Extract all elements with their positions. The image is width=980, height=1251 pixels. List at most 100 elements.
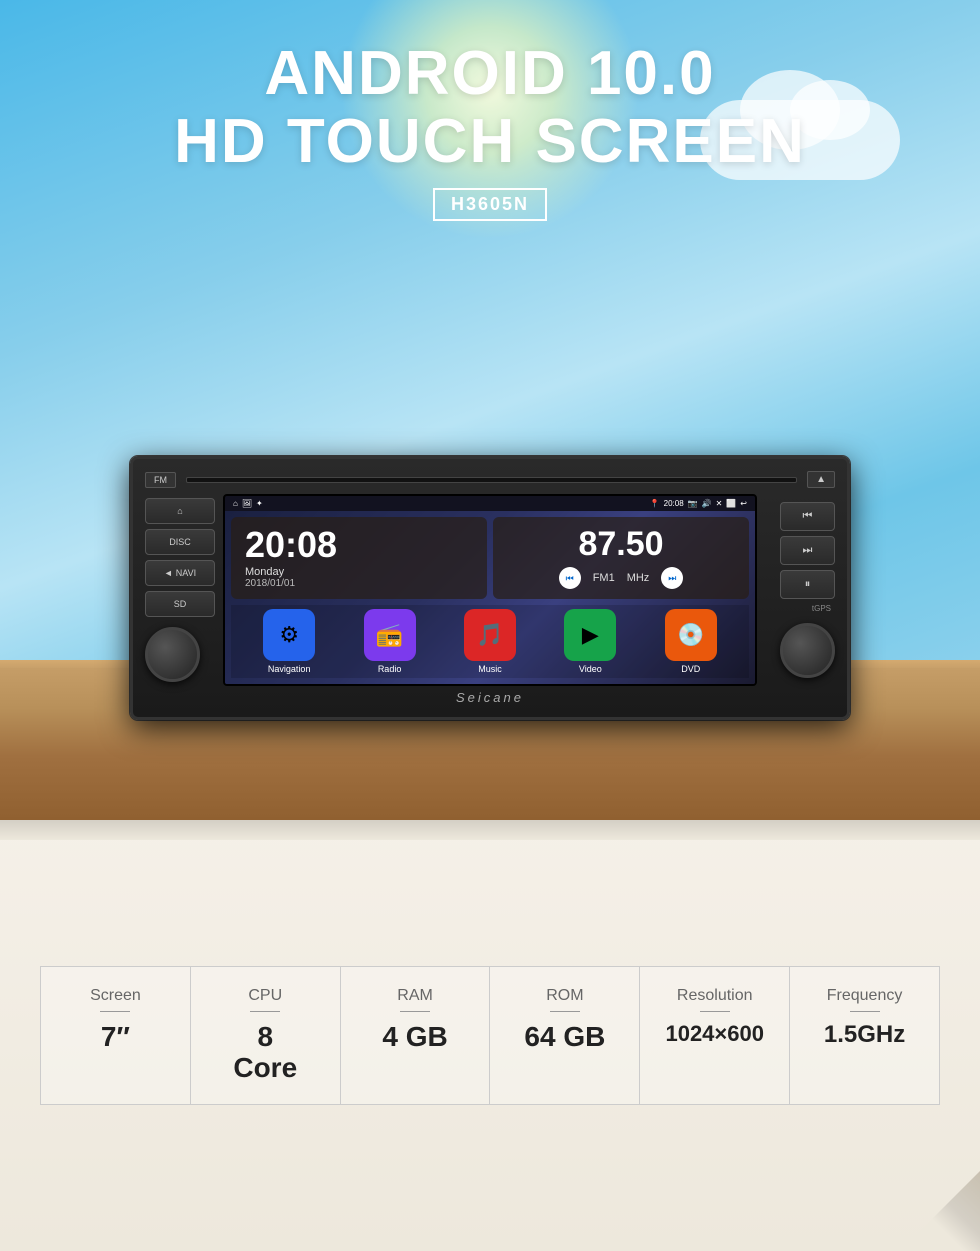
- music-label: Music: [478, 664, 502, 674]
- right-button-panel: ⏮ ⏭ ⏸ tGPS: [765, 502, 835, 678]
- home-button[interactable]: ⌂: [145, 498, 215, 524]
- radio-icon-box: 📻: [364, 609, 416, 661]
- spec-rom-value: 64 GB: [524, 1022, 605, 1053]
- next-track-button[interactable]: ⏭: [780, 536, 835, 565]
- video-icon: ▶: [582, 622, 599, 648]
- disc-label: DISC: [169, 537, 191, 547]
- spec-screen-divider: [100, 1011, 130, 1012]
- dvd-icon: 💿: [677, 622, 704, 648]
- video-label: Video: [579, 664, 602, 674]
- spec-frequency-value: 1.5GHz: [824, 1022, 905, 1048]
- spec-cpu-value: 8Core: [233, 1022, 297, 1084]
- eject-button[interactable]: ▲: [807, 471, 835, 488]
- dvd-icon-box: 💿: [665, 609, 717, 661]
- nav-bar-home-icon: ⌂: [233, 499, 238, 508]
- hero-section: ANDROID 10.0 HD TOUCH SCREEN H3605N FM ▲…: [0, 0, 980, 820]
- spec-cpu: CPU 8Core: [190, 966, 340, 1105]
- radio-band: FM1: [593, 572, 615, 584]
- close-status-icon: ✕: [716, 499, 723, 508]
- music-icon-box: 🎵: [464, 609, 516, 661]
- back-status-icon: ↩: [740, 499, 747, 508]
- location-icon: 📍: [650, 499, 660, 508]
- app-radio[interactable]: 📻 Radio: [364, 609, 416, 674]
- title-line2: HD TOUCH SCREEN: [0, 108, 980, 176]
- page-curl-decoration: [900, 1171, 980, 1251]
- stereo-top-bar: FM ▲: [145, 471, 835, 488]
- radio-widget: 87.50 ⏮ FM1 MHz ⏭: [493, 517, 749, 599]
- stereo-main-body: ⌂ DISC ◄ NAVI SD: [145, 494, 835, 686]
- clock-widget: 20:08 Monday 2018/01/01: [231, 517, 487, 599]
- radio-next-button[interactable]: ⏭: [661, 567, 683, 589]
- info-widget-row: 20:08 Monday 2018/01/01 87.50 ⏮ FM1: [231, 517, 749, 599]
- spec-resolution: Resolution 1024×600: [639, 966, 789, 1105]
- android-screen[interactable]: ⌂ 🖼 ✦ 📍 20:08 📷 🔊 ✕ ⬜ ↩: [223, 494, 757, 686]
- hero-title-block: ANDROID 10.0 HD TOUCH SCREEN H3605N: [0, 40, 980, 221]
- step-fwd-button[interactable]: ⏸: [780, 570, 835, 599]
- nav-bar-signal-icon: ✦: [256, 499, 263, 508]
- spec-ram-divider: [400, 1011, 430, 1012]
- spec-screen: Screen 7″: [40, 966, 190, 1105]
- spec-resolution-divider: [700, 1011, 730, 1012]
- navi-button[interactable]: ◄ NAVI: [145, 560, 215, 586]
- sd-button[interactable]: SD: [145, 591, 215, 617]
- spec-rom-label: ROM: [546, 987, 583, 1005]
- nav-bar-img-icon: 🖼: [242, 499, 252, 508]
- stereo-body: FM ▲ ⌂ DISC ◄ NAVI: [130, 456, 850, 720]
- volume-status-icon: 🔊: [702, 499, 712, 508]
- clock-day: Monday: [245, 566, 473, 578]
- model-badge: H3605N: [433, 188, 547, 221]
- app-music[interactable]: 🎵 Music: [464, 609, 516, 674]
- specs-section: Screen 7″ CPU 8Core RAM 4 GB ROM 64 GB R…: [0, 820, 980, 1251]
- fm-badge: FM: [145, 472, 176, 488]
- radio-prev-button[interactable]: ⏮: [559, 567, 581, 589]
- spec-rom-divider: [550, 1011, 580, 1012]
- navigation-icon: ⚙: [279, 622, 299, 648]
- app-navigation[interactable]: ⚙ Navigation: [263, 609, 315, 674]
- screen-background: 20:08 Monday 2018/01/01 87.50 ⏮ FM1: [225, 511, 755, 684]
- specs-grid: Screen 7″ CPU 8Core RAM 4 GB ROM 64 GB R…: [40, 966, 940, 1105]
- spec-cpu-divider: [250, 1011, 280, 1012]
- navigation-icon-box: ⚙: [263, 609, 315, 661]
- spec-cpu-label: CPU: [248, 987, 282, 1005]
- radio-label: Radio: [378, 664, 402, 674]
- app-icons-row: ⚙ Navigation 📻 Radio: [231, 605, 749, 678]
- dvd-label: DVD: [681, 664, 700, 674]
- spec-ram-value: 4 GB: [382, 1022, 447, 1053]
- left-knob[interactable]: [145, 627, 200, 682]
- spec-frequency-label: Frequency: [827, 987, 903, 1005]
- disc-button[interactable]: DISC: [145, 529, 215, 555]
- status-right: 📍 20:08 📷 🔊 ✕ ⬜ ↩: [650, 499, 747, 508]
- window-status-icon: ⬜: [726, 499, 736, 508]
- spec-screen-value: 7″: [101, 1022, 130, 1053]
- music-icon: 🎵: [476, 622, 503, 648]
- spec-frequency-divider: [850, 1011, 880, 1012]
- status-bar: ⌂ 🖼 ✦ 📍 20:08 📷 🔊 ✕ ⬜ ↩: [225, 496, 755, 511]
- app-dvd[interactable]: 💿 DVD: [665, 609, 717, 674]
- radio-app-icon: 📻: [376, 622, 403, 648]
- status-time: 20:08: [664, 499, 684, 508]
- prev-track-button[interactable]: ⏮: [780, 502, 835, 531]
- gps-label: tGPS: [812, 604, 835, 613]
- cd-slot: [186, 477, 797, 483]
- spec-resolution-value: 1024×600: [665, 1022, 764, 1046]
- spec-ram: RAM 4 GB: [340, 966, 490, 1105]
- status-left: ⌂ 🖼 ✦: [233, 499, 263, 508]
- clock-time: 20:08: [245, 527, 473, 563]
- spec-frequency: Frequency 1.5GHz: [789, 966, 940, 1105]
- stereo-unit: FM ▲ ⌂ DISC ◄ NAVI: [130, 456, 850, 720]
- home-icon: ⌂: [177, 506, 182, 516]
- camera-status-icon: 📷: [688, 499, 698, 508]
- clock-date: 2018/01/01: [245, 578, 473, 589]
- radio-frequency: 87.50: [578, 527, 663, 561]
- stereo-brand: Seicane: [145, 690, 835, 705]
- navigation-label: Navigation: [268, 664, 311, 674]
- radio-unit: MHz: [627, 572, 650, 584]
- right-knob[interactable]: [780, 623, 835, 678]
- sd-label: SD: [174, 599, 187, 609]
- spec-rom: ROM 64 GB: [489, 966, 639, 1105]
- spec-ram-label: RAM: [397, 987, 433, 1005]
- app-video[interactable]: ▶ Video: [564, 609, 616, 674]
- spec-resolution-label: Resolution: [677, 987, 753, 1005]
- title-line1: ANDROID 10.0: [0, 40, 980, 108]
- navi-label: NAVI: [176, 568, 196, 578]
